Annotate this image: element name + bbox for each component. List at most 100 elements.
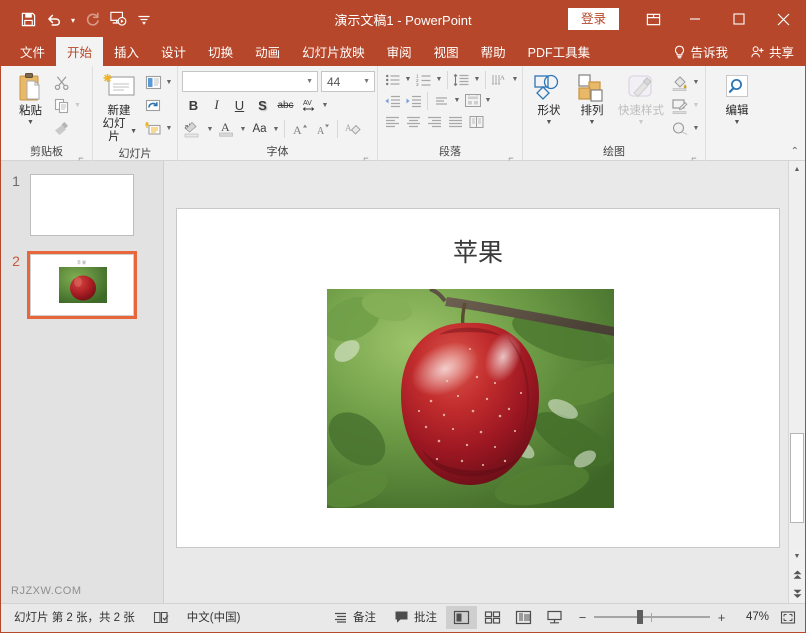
- section-button[interactable]: ▼: [142, 118, 174, 139]
- decrease-font-size-button[interactable]: A: [311, 118, 334, 140]
- character-spacing-caret[interactable]: ▼: [320, 102, 330, 109]
- paste-button[interactable]: 粘贴 ▼: [11, 69, 51, 129]
- zoom-slider-handle[interactable]: [637, 610, 643, 624]
- tab-help[interactable]: 帮助: [470, 37, 517, 66]
- numbering-caret[interactable]: ▼: [434, 76, 444, 83]
- zoom-control[interactable]: − + 47%: [570, 610, 775, 625]
- tab-insert[interactable]: 插入: [103, 37, 150, 66]
- tab-home[interactable]: 开始: [56, 37, 103, 66]
- text-highlight-color-icon[interactable]: ab: [182, 118, 205, 140]
- bold-button[interactable]: B: [182, 94, 205, 116]
- scroll-track[interactable]: [789, 178, 805, 548]
- justify-icon[interactable]: [445, 111, 466, 132]
- reading-view-button[interactable]: [508, 606, 539, 629]
- fit-to-window-button[interactable]: [775, 610, 801, 625]
- vertical-scrollbar[interactable]: ▲ ▼: [788, 161, 805, 603]
- copy-dropdown-caret[interactable]: ▼: [73, 102, 83, 109]
- slideshow-view-button[interactable]: [539, 606, 570, 629]
- align-text-caret[interactable]: ▼: [452, 97, 462, 104]
- text-highlight-caret[interactable]: ▼: [205, 126, 215, 133]
- sign-in-button[interactable]: 登录: [568, 8, 619, 30]
- font-name-caret[interactable]: ▼: [306, 78, 317, 85]
- increase-indent-icon[interactable]: [403, 90, 424, 111]
- numbering-icon[interactable]: 123: [413, 69, 434, 90]
- arrange-dropdown-caret[interactable]: ▼: [589, 119, 596, 127]
- shape-fill-caret[interactable]: ▼: [691, 79, 701, 86]
- cut-button[interactable]: [51, 72, 83, 93]
- columns-icon[interactable]: [466, 111, 487, 132]
- section-dropdown-caret[interactable]: ▼: [164, 125, 174, 132]
- font-dialog-launcher[interactable]: ⌐: [361, 150, 371, 160]
- layout-button[interactable]: ▼: [142, 72, 174, 93]
- increase-font-size-button[interactable]: A: [288, 118, 311, 140]
- decrease-indent-icon[interactable]: [382, 90, 403, 111]
- tell-me-button[interactable]: 告诉我: [662, 37, 739, 66]
- scroll-down-button[interactable]: ▼: [789, 548, 805, 565]
- paragraph-dialog-launcher[interactable]: ⌐: [506, 150, 516, 160]
- shape-outline-button[interactable]: ▼: [669, 95, 701, 116]
- start-slideshow-icon[interactable]: [105, 6, 131, 32]
- character-spacing-button[interactable]: AV: [297, 94, 320, 116]
- tab-design[interactable]: 设计: [150, 37, 197, 66]
- tab-view[interactable]: 视图: [423, 37, 470, 66]
- reset-button[interactable]: [142, 95, 174, 116]
- slide-title-placeholder[interactable]: 苹果: [177, 233, 779, 269]
- text-direction-icon[interactable]: A: [489, 69, 510, 90]
- scroll-thumb[interactable]: [790, 433, 804, 523]
- font-color-caret[interactable]: ▼: [238, 126, 248, 133]
- font-name-input[interactable]: ▼: [182, 71, 318, 92]
- strikethrough-button[interactable]: abc: [274, 94, 297, 116]
- slide-thumbnail-pane[interactable]: 1 2 苹果: [1, 161, 164, 603]
- convert-smartart-icon[interactable]: [462, 90, 483, 111]
- scroll-up-button[interactable]: ▲: [789, 161, 805, 178]
- comments-button[interactable]: 批注: [385, 606, 446, 629]
- shape-effects-button[interactable]: ▼: [669, 118, 701, 139]
- spellcheck-button[interactable]: [144, 606, 178, 629]
- format-painter-button[interactable]: [51, 118, 83, 139]
- zoom-out-button[interactable]: −: [576, 610, 589, 625]
- slide-apple-image[interactable]: [327, 289, 614, 508]
- zoom-slider[interactable]: [594, 610, 710, 624]
- normal-view-button[interactable]: [446, 606, 477, 629]
- new-slide-button[interactable]: 新建 幻灯片 ▼: [96, 69, 142, 146]
- maximize-button[interactable]: [717, 1, 761, 37]
- shape-fill-button[interactable]: ▼: [669, 72, 701, 93]
- customize-qat-icon[interactable]: [131, 6, 157, 32]
- clipboard-dialog-launcher[interactable]: ⌐: [76, 150, 86, 160]
- tab-review[interactable]: 审阅: [376, 37, 423, 66]
- tab-animations[interactable]: 动画: [244, 37, 291, 66]
- zoom-level-label[interactable]: 47%: [733, 611, 769, 623]
- text-shadow-button[interactable]: S: [251, 94, 274, 116]
- line-spacing-icon[interactable]: [451, 69, 472, 90]
- underline-button[interactable]: U: [228, 94, 251, 116]
- align-left-icon[interactable]: [382, 111, 403, 132]
- thumbnail-slide-1[interactable]: 1: [5, 171, 137, 239]
- undo-dropdown-caret[interactable]: ▾: [67, 6, 79, 32]
- notes-button[interactable]: 备注: [324, 606, 385, 629]
- align-center-icon[interactable]: [403, 111, 424, 132]
- slide-canvas[interactable]: 苹果: [176, 208, 780, 548]
- arrange-button[interactable]: 排列 ▼: [571, 69, 613, 129]
- bullets-caret[interactable]: ▼: [403, 76, 413, 83]
- close-button[interactable]: [761, 1, 805, 37]
- tab-slideshow[interactable]: 幻灯片放映: [291, 37, 376, 66]
- language-status[interactable]: 中文(中国): [178, 606, 250, 629]
- clear-formatting-button[interactable]: A: [341, 118, 364, 140]
- undo-icon[interactable]: [41, 6, 67, 32]
- align-text-icon[interactable]: [431, 90, 452, 111]
- copy-button[interactable]: ▼: [51, 95, 83, 116]
- paste-dropdown-caret[interactable]: ▼: [27, 119, 34, 127]
- tab-pdf-tools[interactable]: PDF工具集: [517, 37, 602, 66]
- tab-transitions[interactable]: 切换: [197, 37, 244, 66]
- shapes-dropdown-caret[interactable]: ▼: [546, 119, 553, 127]
- slide-editing-area[interactable]: 苹果: [164, 161, 788, 603]
- save-icon[interactable]: [15, 6, 41, 32]
- previous-slide-button[interactable]: [789, 565, 805, 584]
- drawing-dialog-launcher[interactable]: ⌐: [689, 150, 699, 160]
- shape-effects-caret[interactable]: ▼: [691, 125, 701, 132]
- font-color-button[interactable]: A: [215, 118, 238, 140]
- align-right-icon[interactable]: [424, 111, 445, 132]
- slide-sorter-view-button[interactable]: [477, 606, 508, 629]
- next-slide-button[interactable]: [789, 584, 805, 603]
- minimize-button[interactable]: [673, 1, 717, 37]
